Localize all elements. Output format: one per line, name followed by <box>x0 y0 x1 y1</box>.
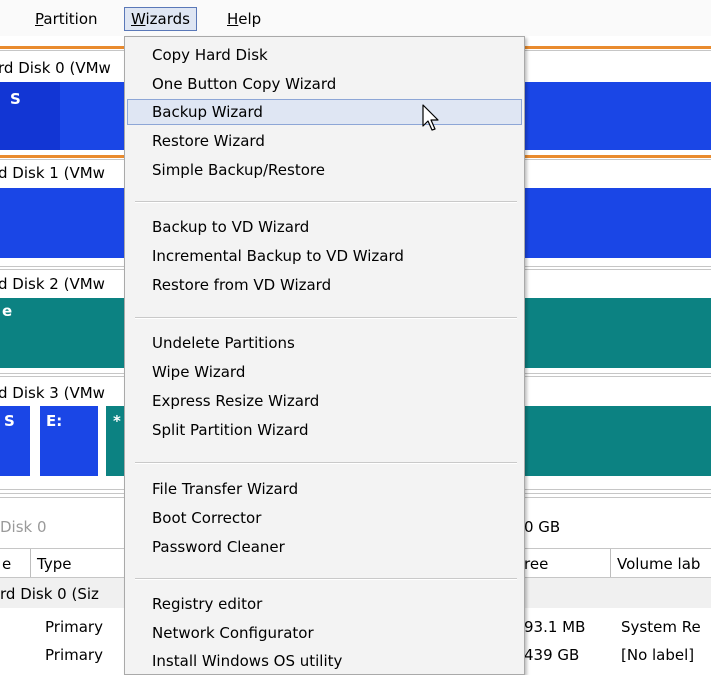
disk3-segment-2-label: E: <box>46 412 63 430</box>
column-header-name[interactable]: e <box>2 555 11 573</box>
disk3-label: d Disk 3 (VMw <box>0 384 105 402</box>
column-divider <box>610 549 611 577</box>
table-group-label: rd Disk 0 (Siz <box>0 585 99 603</box>
row-volume-label: System Re <box>621 618 701 636</box>
table-disk-size: 0 GB <box>524 518 561 536</box>
menu-item-registry-editor[interactable]: Registry editor <box>152 591 262 617</box>
menu-item-restore-wizard[interactable]: Restore Wizard <box>152 128 265 154</box>
menu-item-split-partition-wizard[interactable]: Split Partition Wizard <box>152 417 308 443</box>
menu-item-password-cleaner[interactable]: Password Cleaner <box>152 534 285 560</box>
disk1-label: d Disk 1 (VMw <box>0 164 105 182</box>
menu-item-express-resize-wizard[interactable]: Express Resize Wizard <box>152 388 319 414</box>
menu-help-label: Help <box>227 10 262 28</box>
menu-separator <box>135 317 517 319</box>
disk0-label: rd Disk 0 (VMw <box>0 59 111 77</box>
menu-item-backup-to-vd-wizard[interactable]: Backup to VD Wizard <box>152 214 309 240</box>
menu-partition[interactable]: Partition <box>29 8 104 30</box>
menu-item-wipe-wizard[interactable]: Wipe Wizard <box>152 359 245 385</box>
menu-item-network-configurator[interactable]: Network Configurator <box>152 620 314 646</box>
disk2-label: d Disk 2 (VMw <box>0 275 105 293</box>
menu-wizards[interactable]: Wizards <box>124 7 197 31</box>
menu-item-copy-hard-disk[interactable]: Copy Hard Disk <box>152 42 268 68</box>
menu-item-file-transfer-wizard[interactable]: File Transfer Wizard <box>152 476 298 502</box>
row-free: 93.1 MB <box>524 618 586 636</box>
menu-separator <box>135 462 517 464</box>
menu-separator <box>135 201 517 203</box>
column-header-type[interactable]: Type <box>37 555 71 573</box>
row-free: 439 GB <box>524 646 580 664</box>
menu-separator <box>135 578 517 580</box>
disk0-system-partition[interactable] <box>0 82 60 150</box>
disk2-segment-label: e <box>2 302 13 320</box>
menu-item-simple-backup-restore[interactable]: Simple Backup/Restore <box>152 157 325 183</box>
column-header-free[interactable]: ree <box>524 555 548 573</box>
wizards-dropdown-menu: Copy Hard Disk One Button Copy Wizard Ba… <box>124 36 525 675</box>
disk0-segment-label: S <box>10 90 21 108</box>
table-disk-title: Disk 0 <box>0 518 47 536</box>
menu-wizards-label: Wizards <box>131 10 190 28</box>
menu-item-restore-from-vd-wizard[interactable]: Restore from VD Wizard <box>152 272 331 298</box>
column-header-volume-label[interactable]: Volume lab <box>617 555 700 573</box>
mouse-cursor-icon <box>422 104 439 131</box>
menu-item-one-button-copy-wizard[interactable]: One Button Copy Wizard <box>152 71 336 97</box>
row-type: Primary <box>45 646 103 664</box>
menu-bar: Partition Wizards Help <box>0 0 711 36</box>
disk3-segment-3-label: * <box>113 412 121 430</box>
menu-item-incremental-backup-to-vd-wizard[interactable]: Incremental Backup to VD Wizard <box>152 243 404 269</box>
menu-item-backup-wizard[interactable]: Backup Wizard <box>152 99 263 125</box>
menu-item-boot-corrector[interactable]: Boot Corrector <box>152 505 261 531</box>
menu-partition-label: Partition <box>35 10 98 28</box>
row-type: Primary <box>45 618 103 636</box>
disk3-segment-1-label: S <box>4 412 15 430</box>
menu-help[interactable]: Help <box>221 8 267 30</box>
column-divider <box>30 549 31 577</box>
menu-item-install-windows-os-utility[interactable]: Install Windows OS utility <box>152 648 342 674</box>
menu-item-undelete-partitions[interactable]: Undelete Partitions <box>152 330 295 356</box>
row-volume-label: [No label] <box>621 646 695 664</box>
